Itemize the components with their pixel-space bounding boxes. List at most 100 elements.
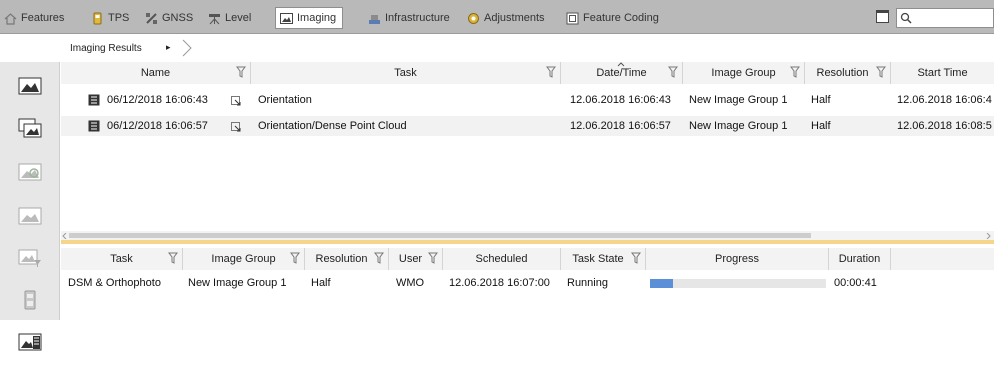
tab-adjustments[interactable]: Adjustments <box>467 9 545 27</box>
table-row[interactable]: 06/12/2018 16:06:43 Orientation 12.06.20… <box>61 90 994 110</box>
filter-icon[interactable] <box>876 66 886 78</box>
image-icon <box>280 12 293 25</box>
image-report-icon[interactable] <box>18 332 42 352</box>
progress-bar-fill <box>650 279 673 288</box>
filter-icon[interactable] <box>790 66 800 78</box>
imaging-results-table: Name Task Date/Time Image Group Resoluti… <box>61 62 994 231</box>
breadcrumb-item-imaging-results[interactable]: Imaging Results <box>70 43 142 54</box>
cell-image-group: New Image Group 1 <box>689 94 788 106</box>
panel-splitter[interactable] <box>61 240 994 244</box>
image-mosaic-icon[interactable] <box>18 206 42 226</box>
column-header-name[interactable]: Name <box>61 62 251 84</box>
cell-task: Orientation/Dense Point Cloud <box>258 120 407 132</box>
tab-label: TPS <box>108 12 130 24</box>
column-header-user[interactable]: User <box>389 248 443 270</box>
tab-tps[interactable]: TPS <box>91 9 129 27</box>
cell-start-time: 12.06.2018 16:08:5 <box>897 120 992 132</box>
house-icon <box>4 12 17 25</box>
cell-resolution: Half <box>811 120 831 132</box>
search-icon <box>900 12 912 24</box>
document-icon <box>88 94 100 106</box>
tab-feature-coding[interactable]: Feature Coding <box>566 9 659 27</box>
scrollbar-thumb[interactable] <box>69 233 811 238</box>
processing-tasks-table: Task Image Group Resolution User Schedul… <box>61 245 994 373</box>
scroll-right-icon[interactable] <box>986 233 991 239</box>
progress-bar <box>650 279 826 288</box>
column-header-datetime[interactable]: Date/Time <box>561 62 683 84</box>
cell-task: DSM & Orthophoto <box>68 277 161 289</box>
cell-resolution: Half <box>811 94 831 106</box>
scroll-left-icon[interactable] <box>62 233 67 239</box>
image-filter-icon[interactable] <box>18 248 42 268</box>
cell-duration: 00:00:41 <box>834 277 877 289</box>
column-header-progress[interactable]: Progress <box>646 248 829 270</box>
tab-infrastructure[interactable]: Infrastructure <box>368 9 450 27</box>
image-view-icon[interactable] <box>18 76 42 96</box>
table-row[interactable]: 06/12/2018 16:06:57 Orientation/Dense Po… <box>61 116 994 136</box>
maximize-window-icon[interactable] <box>876 10 889 23</box>
column-header-image-group[interactable]: Image Group <box>183 248 305 270</box>
sort-ascending-icon <box>617 62 625 67</box>
cell-scheduled: 12.06.2018 16:07:00 <box>449 277 550 289</box>
cell-datetime: 12.06.2018 16:06:43 <box>570 94 671 106</box>
table-row[interactable]: DSM & Orthophoto New Image Group 1 Half … <box>61 273 994 293</box>
tab-label: Imaging <box>297 12 337 24</box>
filter-icon[interactable] <box>668 66 678 78</box>
cell-start-time: 12.06.2018 16:06:4 <box>897 94 992 106</box>
cell-resolution: Half <box>311 277 331 289</box>
tab-label: Feature Coding <box>583 12 659 24</box>
filter-icon[interactable] <box>168 252 178 264</box>
filter-icon[interactable] <box>236 66 246 78</box>
level-instrument-icon <box>208 12 221 25</box>
image-stack-icon[interactable] <box>18 118 42 138</box>
cell-task-state: Running <box>567 277 608 289</box>
tab-label: Infrastructure <box>385 12 450 24</box>
tab-label: Features <box>21 12 65 24</box>
horizontal-scrollbar[interactable] <box>61 231 994 240</box>
tab-gnss[interactable]: GNSS <box>145 9 193 27</box>
chevron-right-icon[interactable] <box>180 39 194 57</box>
tab-features[interactable]: Features <box>4 9 64 27</box>
cell-image-group: New Image Group 1 <box>689 120 788 132</box>
cell-image-group: New Image Group 1 <box>188 277 287 289</box>
column-header-scheduled[interactable]: Scheduled <box>443 248 561 270</box>
infrastructure-icon <box>368 12 381 25</box>
open-result-icon[interactable] <box>231 122 241 132</box>
cell-task: Orientation <box>258 94 312 106</box>
cell-name: 06/12/2018 16:06:57 <box>107 120 208 132</box>
column-header-empty <box>891 248 994 270</box>
filter-icon[interactable] <box>546 66 556 78</box>
column-header-task[interactable]: Task <box>251 62 561 84</box>
breadcrumb-separator: ▸ <box>166 42 171 52</box>
tab-level[interactable]: Level <box>208 9 251 27</box>
column-header-resolution[interactable]: Resolution <box>805 62 891 84</box>
tab-label: GNSS <box>162 12 194 24</box>
filter-icon[interactable] <box>374 252 384 264</box>
column-header-image-group[interactable]: Image Group <box>683 62 805 84</box>
document-icon <box>88 120 100 132</box>
column-header-duration[interactable]: Duration <box>829 248 891 270</box>
cell-datetime: 12.06.2018 16:06:57 <box>570 120 671 132</box>
tps-instrument-icon <box>91 12 104 25</box>
breadcrumb: Imaging Results ▸ <box>0 34 994 62</box>
open-result-icon[interactable] <box>231 96 241 106</box>
column-header-start-time[interactable]: Start Time <box>891 62 994 84</box>
tab-imaging[interactable]: Imaging <box>275 7 344 29</box>
view-switcher-rail <box>0 62 60 373</box>
column-header-task-state[interactable]: Task State <box>561 248 646 270</box>
search-input[interactable] <box>896 8 994 28</box>
adjustments-gear-icon <box>467 12 480 25</box>
tab-label: Level <box>225 12 252 24</box>
column-header-task[interactable]: Task <box>61 248 183 270</box>
satellite-icon <box>145 12 158 25</box>
tab-label: Adjustments <box>484 12 545 24</box>
filter-icon[interactable] <box>631 252 641 264</box>
cell-user: WMO <box>396 277 425 289</box>
filter-icon[interactable] <box>428 252 438 264</box>
column-header-resolution[interactable]: Resolution <box>305 248 389 270</box>
filter-icon[interactable] <box>290 252 300 264</box>
cell-name: 06/12/2018 16:06:43 <box>107 94 208 106</box>
module-tab-bar: Features TPS GNSS Level Imaging Infrastr… <box>0 0 994 34</box>
tps-instrument-icon[interactable] <box>18 290 42 310</box>
image-link-icon[interactable] <box>18 162 42 182</box>
